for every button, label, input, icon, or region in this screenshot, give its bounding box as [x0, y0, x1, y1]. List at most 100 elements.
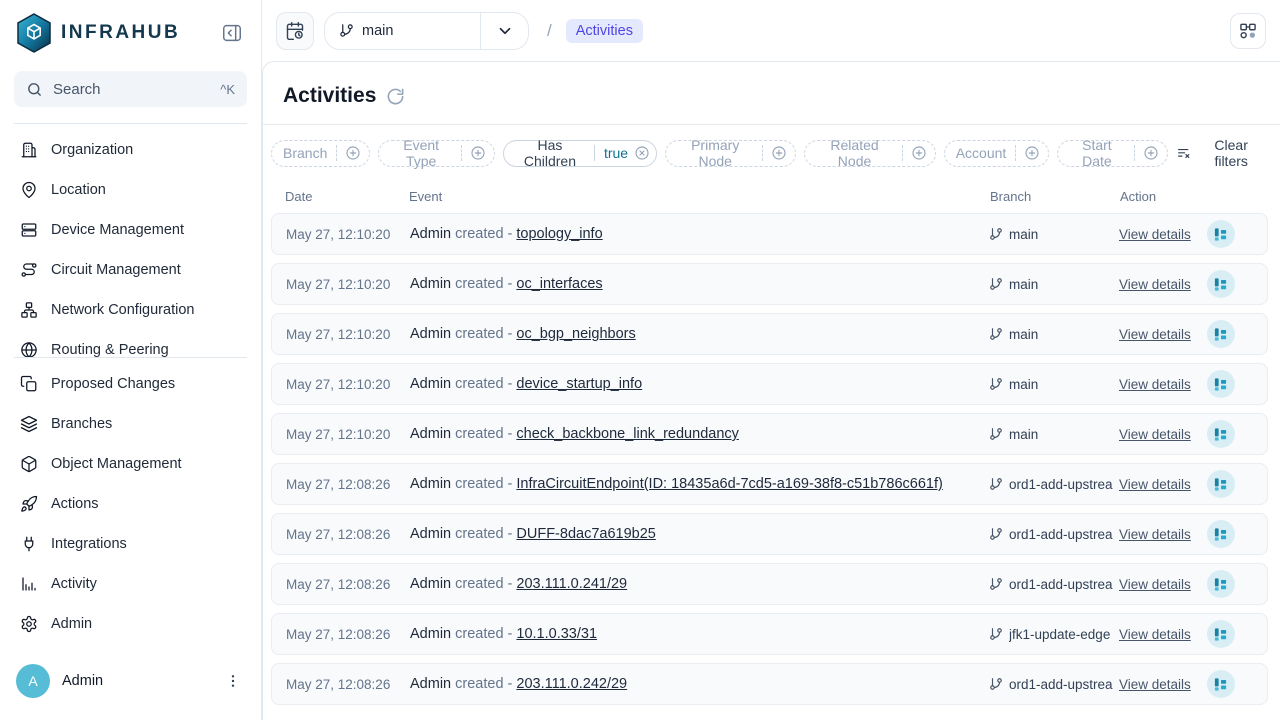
sidebar-item-location[interactable]: Location: [0, 170, 261, 210]
tree-icon: [1213, 477, 1228, 492]
plus-circle-icon: [762, 145, 795, 161]
cube-icon: [20, 455, 38, 473]
view-details-link[interactable]: View details: [1119, 427, 1191, 442]
row-date: May 27, 12:10:20: [286, 227, 410, 242]
server-icon: [20, 221, 38, 239]
view-details-link[interactable]: View details: [1119, 627, 1191, 642]
row-action: View details: [1119, 320, 1253, 348]
sidebar: INFRAHUB Search ^K Organization Location…: [0, 0, 262, 720]
view-details-link[interactable]: View details: [1119, 377, 1191, 392]
schema-visualizer-button[interactable]: [1230, 13, 1266, 49]
event-target-link[interactable]: 203.111.0.241/29: [516, 576, 627, 592]
event-target-link[interactable]: check_backbone_link_redundancy: [516, 426, 739, 442]
sidebar-item-device-management[interactable]: Device Management: [0, 210, 261, 250]
sidebar-item-object-management[interactable]: Object Management: [0, 444, 261, 484]
row-date: May 27, 12:10:20: [286, 327, 410, 342]
row-verb: created -: [455, 576, 516, 592]
sidebar-item-admin[interactable]: Admin: [0, 604, 261, 644]
filter-chip-event-type[interactable]: Event Type: [378, 140, 495, 167]
table-row: May 27, 12:10:20 Admin created - oc_inte…: [271, 263, 1268, 305]
branch-name: main: [1009, 327, 1038, 342]
hierarchy-button[interactable]: [1207, 670, 1235, 698]
clear-filters-button[interactable]: Clear filters: [1176, 137, 1264, 169]
filter-label: Branch: [272, 145, 336, 161]
row-actor: Admin: [410, 426, 455, 442]
sidebar-item-organization[interactable]: Organization: [0, 130, 261, 170]
filter-label: Account: [945, 145, 1016, 161]
row-action: View details: [1119, 220, 1253, 248]
view-details-link[interactable]: View details: [1119, 527, 1191, 542]
event-target-link[interactable]: topology_info: [516, 226, 602, 242]
event-target-link[interactable]: InfraCircuitEndpoint(ID: 18435a6d-7cd5-a…: [516, 476, 942, 492]
row-branch: ord1-add-upstrea: [989, 527, 1119, 542]
filter-chip-account[interactable]: Account: [944, 140, 1050, 167]
filter-chip-branch[interactable]: Branch: [271, 140, 370, 167]
filter-chip-has-children[interactable]: Has Children true: [503, 140, 657, 167]
hierarchy-button[interactable]: [1207, 570, 1235, 598]
hierarchy-button[interactable]: [1207, 370, 1235, 398]
tree-icon: [1213, 227, 1228, 242]
sidebar-item-branches[interactable]: Branches: [0, 404, 261, 444]
nav-group-primary: Organization Location Device Management …: [0, 124, 261, 357]
row-date: May 27, 12:10:20: [286, 427, 410, 442]
view-details-link[interactable]: View details: [1119, 477, 1191, 492]
branch-selector[interactable]: main: [324, 12, 529, 50]
sidebar-item-circuit-management[interactable]: Circuit Management: [0, 250, 261, 290]
git-branch-icon: [339, 23, 354, 38]
sidebar-item-proposed-changes[interactable]: Proposed Changes: [0, 364, 261, 404]
hierarchy-button[interactable]: [1207, 270, 1235, 298]
git-branch-icon: [989, 477, 1003, 491]
branch-selector-toggle[interactable]: [480, 13, 528, 49]
event-target-link[interactable]: 10.1.0.33/31: [516, 626, 597, 642]
hierarchy-button[interactable]: [1207, 520, 1235, 548]
row-event: Admin created - check_backbone_link_redu…: [410, 426, 989, 442]
hierarchy-button[interactable]: [1207, 220, 1235, 248]
sidebar-item-integrations[interactable]: Integrations: [0, 524, 261, 564]
sidebar-item-label: Activity: [51, 576, 97, 592]
breadcrumb-current[interactable]: Activities: [566, 19, 643, 43]
sidebar-item-routing-peering[interactable]: Routing & Peering: [0, 330, 261, 357]
filter-chip-related-node[interactable]: Related Node: [804, 140, 935, 167]
tree-icon: [1213, 677, 1228, 692]
tree-icon: [1213, 577, 1228, 592]
event-target-link[interactable]: oc_bgp_neighbors: [516, 326, 635, 342]
building-icon: [20, 141, 38, 159]
event-target-link[interactable]: DUFF-8dac7a619b25: [516, 526, 655, 542]
view-details-link[interactable]: View details: [1119, 277, 1191, 292]
hierarchy-button[interactable]: [1207, 470, 1235, 498]
x-circle-icon[interactable]: [634, 145, 650, 161]
sidebar-item-actions[interactable]: Actions: [0, 484, 261, 524]
filter-chip-primary-node[interactable]: Primary Node: [665, 140, 796, 167]
column-header-event: Event: [409, 189, 990, 204]
breadcrumb-separator: /: [547, 21, 552, 41]
user-row[interactable]: A Admin: [0, 652, 261, 720]
event-target-link[interactable]: device_startup_info: [516, 376, 642, 392]
filter-chip-start-date[interactable]: Start Date: [1057, 140, 1167, 167]
hierarchy-button[interactable]: [1207, 320, 1235, 348]
sidebar-item-activity[interactable]: Activity: [0, 564, 261, 604]
time-travel-button[interactable]: [276, 12, 314, 50]
search-input[interactable]: Search ^K: [14, 71, 247, 107]
schema-icon: [1238, 21, 1258, 41]
calendar-clock-icon: [285, 21, 305, 41]
refresh-button[interactable]: [386, 87, 405, 106]
sidebar-item-network-configuration[interactable]: Network Configuration: [0, 290, 261, 330]
hierarchy-button[interactable]: [1207, 620, 1235, 648]
hierarchy-button[interactable]: [1207, 420, 1235, 448]
view-details-link[interactable]: View details: [1119, 227, 1191, 242]
sidebar-collapse-button[interactable]: [219, 20, 245, 46]
kebab-icon: [225, 673, 241, 689]
row-actor: Admin: [410, 626, 455, 642]
user-menu-button[interactable]: [221, 669, 245, 693]
globe-icon: [20, 341, 38, 357]
view-details-link[interactable]: View details: [1119, 677, 1191, 692]
event-target-link[interactable]: 203.111.0.242/29: [516, 676, 627, 692]
table-row: May 27, 12:08:26 Admin created - 203.111…: [271, 663, 1268, 705]
event-target-link[interactable]: oc_interfaces: [516, 276, 602, 292]
sidebar-item-label: Integrations: [51, 536, 127, 552]
sidebar-item-label: Proposed Changes: [51, 376, 175, 392]
view-details-link[interactable]: View details: [1119, 327, 1191, 342]
filter-label: Related Node: [805, 137, 901, 169]
view-details-link[interactable]: View details: [1119, 577, 1191, 592]
row-verb: created -: [455, 676, 516, 692]
